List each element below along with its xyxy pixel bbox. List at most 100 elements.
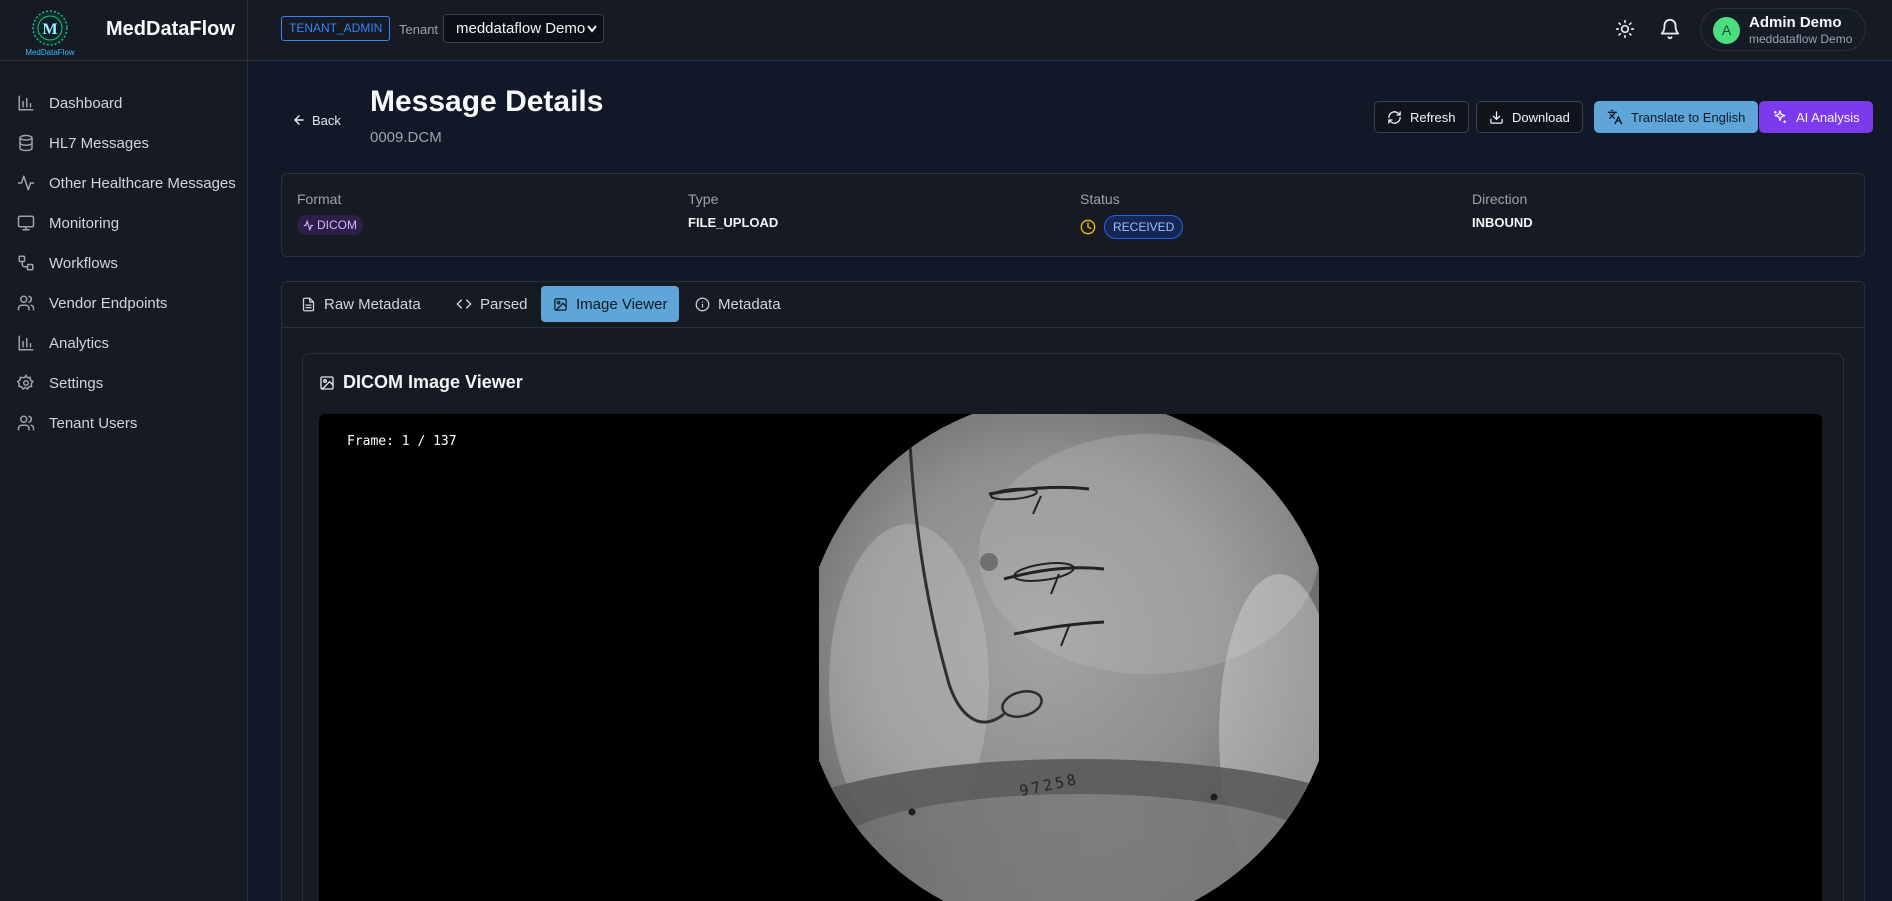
sidebar-item-label: Tenant Users	[49, 415, 138, 432]
bar-chart-icon	[18, 335, 34, 351]
sidebar-item-label: Other Healthcare Messages	[49, 175, 236, 192]
format-label: Format	[297, 191, 342, 207]
download-label: Download	[1512, 109, 1570, 125]
sidebar-item-label: Vendor Endpoints	[49, 295, 168, 312]
type-label: Type	[688, 191, 719, 207]
sidebar-item-label: Analytics	[49, 335, 110, 352]
tab-label: Image Viewer	[576, 295, 668, 313]
refresh-label: Refresh	[1410, 109, 1456, 125]
direction-label: Direction	[1472, 191, 1528, 207]
sun-icon	[1615, 19, 1635, 39]
users-icon	[17, 295, 35, 311]
sidebar-item-label: Workflows	[49, 255, 118, 272]
download-icon	[1490, 110, 1503, 124]
status-badge: RECEIVED	[1104, 215, 1184, 239]
main-content: Back Message Details 0009.DCM Refresh Do…	[248, 61, 1892, 901]
dicom-image-canvas[interactable]: Frame: 1 / 137 97258	[319, 414, 1822, 901]
app-name: MedDataFlow	[106, 18, 235, 40]
image-icon	[554, 297, 567, 311]
monitor-icon	[17, 215, 35, 231]
translate-icon	[1607, 109, 1623, 125]
avatar: A	[1713, 17, 1740, 44]
format-field: Format DICOM	[297, 191, 363, 235]
frame-counter: Frame: 1 / 137	[347, 434, 457, 449]
page-subtitle: 0009.DCM	[370, 129, 442, 146]
ai-analysis-label: AI Analysis	[1796, 109, 1860, 125]
svg-text:M: M	[42, 21, 57, 38]
back-button[interactable]: Back	[292, 110, 341, 130]
status-label: Status	[1080, 191, 1120, 207]
app-logo[interactable]: M MedDataFlow	[21, 8, 79, 58]
type-value: FILE_UPLOAD	[688, 215, 779, 230]
image-icon	[320, 376, 334, 390]
format-value: DICOM	[317, 218, 357, 232]
user-org: meddataflow Demo	[1749, 32, 1853, 46]
chevron-down-icon	[587, 15, 597, 53]
sidebar-item-label: Settings	[49, 375, 104, 392]
sidebar-item-label: HL7 Messages	[49, 135, 150, 152]
tenant-select-value: meddataflow Demo	[456, 20, 586, 37]
format-badge: DICOM	[297, 215, 363, 235]
clock-icon	[1080, 219, 1096, 235]
sidebar: Dashboard HL7 Messages Other Healthcare …	[0, 61, 248, 901]
workflow-icon	[18, 255, 34, 271]
ai-analysis-button[interactable]: AI Analysis	[1759, 101, 1873, 133]
tab-label: Parsed	[480, 295, 528, 313]
sidebar-item-vendor-endpoints[interactable]: Vendor Endpoints	[0, 285, 247, 321]
sidebar-item-other-healthcare-messages[interactable]: Other Healthcare Messages	[0, 165, 247, 201]
bar-chart-icon	[18, 95, 34, 111]
theme-toggle-button[interactable]	[1611, 15, 1639, 43]
file-text-icon	[302, 297, 315, 311]
activity-icon	[17, 175, 35, 191]
sidebar-item-label: Dashboard	[49, 95, 123, 112]
sidebar-item-label: Monitoring	[49, 215, 120, 232]
sidebar-item-analytics[interactable]: Analytics	[0, 325, 247, 361]
svg-text:MedDataFlow: MedDataFlow	[25, 48, 75, 57]
sidebar-item-hl7-messages[interactable]: HL7 Messages	[0, 125, 247, 161]
sidebar-item-tenant-users[interactable]: Tenant Users	[0, 405, 247, 441]
message-summary-card: Format DICOM Type FILE_UPLOAD Status REC…	[281, 173, 1865, 257]
tenant-select[interactable]: meddataflow Demo	[443, 14, 604, 43]
gear-icon	[17, 374, 34, 391]
top-bar: M MedDataFlow MedDataFlow TENANT_ADMIN T…	[0, 0, 1892, 61]
type-field: Type FILE_UPLOAD	[688, 191, 778, 230]
tabs-bar: Raw Metadata Parsed Image Viewer Metadat…	[282, 282, 1864, 328]
status-field: Status RECEIVED	[1080, 191, 1184, 239]
bell-icon	[1660, 19, 1680, 40]
translate-label: Translate to English	[1631, 109, 1746, 125]
direction-field: Direction INBOUND	[1472, 191, 1533, 230]
direction-value: INBOUND	[1472, 215, 1533, 230]
sidebar-item-workflows[interactable]: Workflows	[0, 245, 247, 281]
code-icon	[456, 299, 472, 309]
dicom-viewer-card: DICOM Image Viewer Frame: 1 / 137 97258	[302, 353, 1844, 901]
refresh-icon	[1388, 110, 1401, 124]
tab-label: Raw Metadata	[324, 295, 421, 313]
back-label: Back	[312, 112, 341, 128]
page-title: Message Details	[370, 85, 604, 118]
arrow-left-icon	[293, 115, 304, 125]
info-icon	[695, 297, 710, 311]
notifications-button[interactable]	[1656, 15, 1684, 43]
translate-button[interactable]: Translate to English	[1594, 101, 1759, 133]
tab-parsed[interactable]: Parsed	[444, 286, 540, 322]
refresh-button[interactable]: Refresh	[1374, 101, 1469, 133]
tab-image-viewer[interactable]: Image Viewer	[541, 286, 680, 322]
tabs-panel: Raw Metadata Parsed Image Viewer Metadat…	[281, 281, 1865, 901]
user-menu[interactable]: A Admin Demo meddataflow Demo	[1700, 8, 1866, 51]
sidebar-item-dashboard[interactable]: Dashboard	[0, 85, 247, 121]
viewer-title: DICOM Image Viewer	[343, 372, 523, 392]
tab-metadata[interactable]: Metadata	[683, 286, 793, 322]
tab-label: Metadata	[718, 295, 781, 313]
tenant-label: Tenant	[399, 22, 439, 37]
user-name: Admin Demo	[1749, 14, 1842, 31]
brand: M MedDataFlow MedDataFlow	[0, 0, 248, 61]
sidebar-item-settings[interactable]: Settings	[0, 365, 247, 401]
role-badge: TENANT_ADMIN	[281, 16, 391, 41]
tab-raw-metadata[interactable]: Raw Metadata	[289, 286, 433, 322]
activity-icon	[303, 219, 314, 231]
dicom-image[interactable]: 97258	[819, 414, 1319, 901]
sparkles-icon	[1774, 110, 1786, 123]
users-icon	[17, 415, 35, 431]
download-button[interactable]: Download	[1476, 101, 1583, 133]
sidebar-item-monitoring[interactable]: Monitoring	[0, 205, 247, 241]
